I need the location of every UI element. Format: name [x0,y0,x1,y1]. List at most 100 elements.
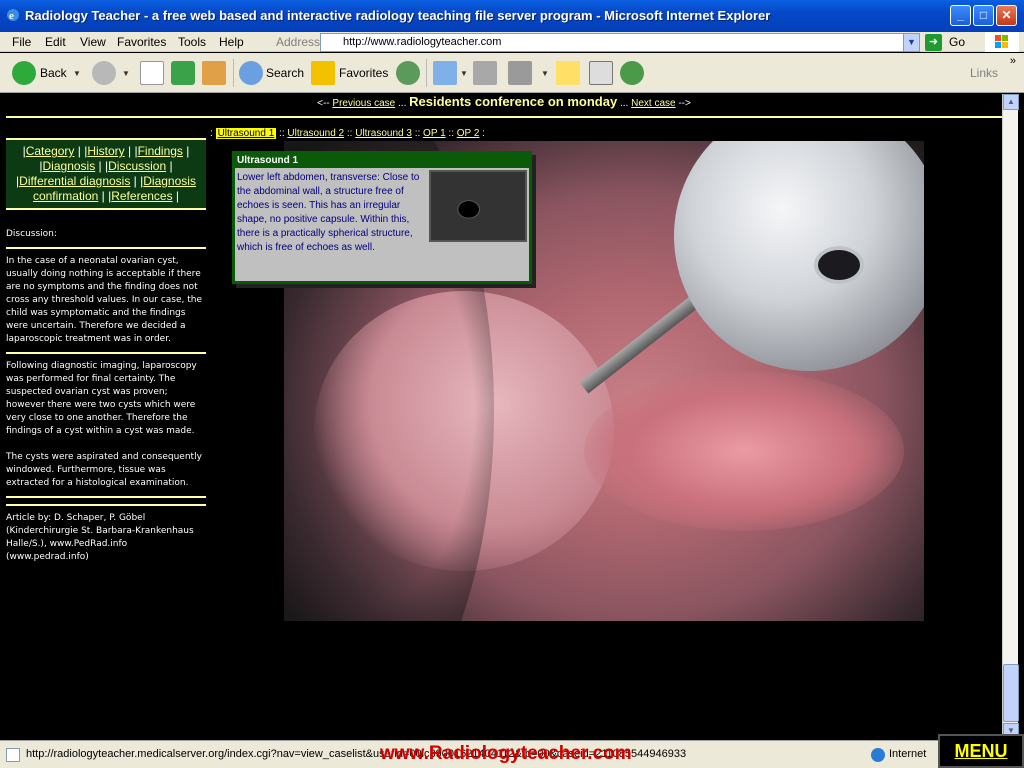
nav-category[interactable]: Category [26,144,75,158]
tab-ultrasound-2[interactable]: Ultrasound 2 [287,128,344,139]
discussion-paragraph-2: Following diagnostic imaging, laparoscop… [6,361,197,436]
menu-tools[interactable]: Tools [178,35,206,49]
address-label: Address [276,35,321,49]
go-arrow-icon: ➜ [925,34,942,51]
nav-references[interactable]: References [111,189,172,203]
scroll-thumb[interactable] [1003,664,1019,722]
stop-button[interactable] [140,61,164,85]
home-button[interactable] [202,61,226,85]
edit-dropdown-icon[interactable]: ▼ [541,69,549,78]
address-input[interactable]: http://www.radiologyteacher.com ▼ [320,33,920,52]
ultrasound-popup: Ultrasound 1 Lower left abdomen, transve… [232,151,532,284]
tab-ultrasound-1[interactable]: Ultrasound 1 [215,128,277,139]
image-tabs: : Ultrasound 1 :: Ultrasound 2 :: Ultras… [210,128,485,139]
nav-diagnosis[interactable]: Diagnosis [43,159,96,173]
vertical-scrollbar[interactable]: ▲ ▼ [1002,94,1019,739]
discussion-paragraph-1: In the case of a neonatal ovarian cyst, … [6,256,203,344]
conference-title: Residents conference on monday [409,94,618,109]
menu-favorites[interactable]: Favorites [117,35,166,49]
address-value[interactable]: http://www.radiologyteacher.com [343,36,501,48]
page-icon [6,748,20,762]
instrument-tip [674,141,924,371]
scroll-up-icon[interactable]: ▲ [1003,94,1019,110]
security-zone: Internet [889,748,927,760]
menu-file[interactable]: File [12,35,31,49]
menu-view[interactable]: View [80,35,106,49]
note-icon [556,61,580,85]
messenger-button[interactable] [620,61,646,85]
ultrasound-thumbnail[interactable] [429,170,527,242]
divider [6,116,1002,118]
discussion-paragraph-3: The cysts were aspirated and consequentl… [6,452,202,488]
article-credit: Article by: D. Schaper, P. Göbel (Kinder… [6,513,194,562]
next-arrow: --> [675,98,691,109]
nav-discussion[interactable]: Discussion [108,159,166,173]
menu-button[interactable]: MENU [938,734,1024,768]
mail-icon [433,61,457,85]
back-button[interactable]: Back ▼ [12,61,82,85]
status-bar: http://radiologyteacher.medicalserver.or… [0,740,1024,768]
nav-differential-diagnosis[interactable]: Differential diagnosis [19,174,130,188]
refresh-icon [171,61,195,85]
nav-separator: ... [617,98,632,109]
windows-logo-icon [985,32,1019,52]
messenger-icon [620,61,644,85]
discuss-button[interactable] [556,61,580,85]
back-dropdown-icon[interactable]: ▼ [73,69,81,78]
previous-case-link[interactable]: Previous case [332,98,395,109]
maximize-button[interactable]: □ [973,5,994,26]
research-button[interactable] [589,61,613,85]
tissue-region [584,371,904,531]
forward-dropdown-icon[interactable]: ▼ [122,69,130,78]
back-arrow-icon [12,61,36,85]
case-navigation: <-- Previous case ... Residents conferen… [6,94,1002,114]
tab-op-1[interactable]: OP 1 [423,128,446,139]
stop-icon [140,61,164,85]
next-case-link[interactable]: Next case [631,98,675,109]
printer-icon [473,61,497,85]
edit-icon [508,61,532,85]
prev-arrow: <-- [317,98,333,109]
search-icon [239,61,263,85]
nav-history[interactable]: History [87,144,124,158]
divider [6,352,206,354]
forward-arrow-icon [92,61,116,85]
minimize-button[interactable]: _ [950,5,971,26]
favorites-button[interactable]: Favorites [311,61,389,85]
print-button[interactable] [473,61,497,85]
star-icon [311,61,335,85]
go-button[interactable]: ➜ Go [925,34,975,51]
research-icon [589,61,613,85]
site-watermark: www.Radiologyteacher.com [380,743,632,764]
toolbar-separator [426,59,427,87]
mail-button[interactable]: ▼ [433,61,468,85]
menu-edit[interactable]: Edit [45,35,66,49]
ultrasound-image [431,172,525,240]
page-content: <-- Previous case ... Residents conferen… [6,94,1002,739]
search-label: Search [266,66,305,80]
refresh-button[interactable] [171,61,195,85]
search-button[interactable]: Search [239,61,305,85]
history-button[interactable] [396,61,420,85]
toolbar-separator [233,59,234,87]
tab-op-2[interactable]: OP 2 [457,128,480,139]
links-label[interactable]: Links [970,66,998,80]
discussion-heading: Discussion: [6,229,57,239]
left-column: |Category | |History | |Findings | |Diag… [6,132,206,564]
menu-help[interactable]: Help [219,35,244,49]
window-title: Radiology Teacher - a free web based and… [25,8,771,23]
close-button[interactable]: ✕ [996,5,1017,26]
home-icon [202,61,226,85]
ie-icon: e [7,9,19,22]
mail-dropdown-icon[interactable]: ▼ [460,69,468,78]
forward-button[interactable]: ▼ [92,61,130,85]
globe-icon [871,748,885,762]
tab-ultrasound-3[interactable]: Ultrasound 3 [355,128,412,139]
chevron-right-icon[interactable]: » [1010,55,1016,67]
toolbar: Back ▼ ▼ Search Favorites ▼ ▼ Links » [0,53,1024,93]
address-dropdown-icon[interactable]: ▼ [903,34,919,51]
edit-button[interactable]: ▼ [508,61,549,85]
nav-separator: ... [395,98,410,109]
go-label: Go [949,35,966,49]
nav-findings[interactable]: Findings [138,144,183,158]
